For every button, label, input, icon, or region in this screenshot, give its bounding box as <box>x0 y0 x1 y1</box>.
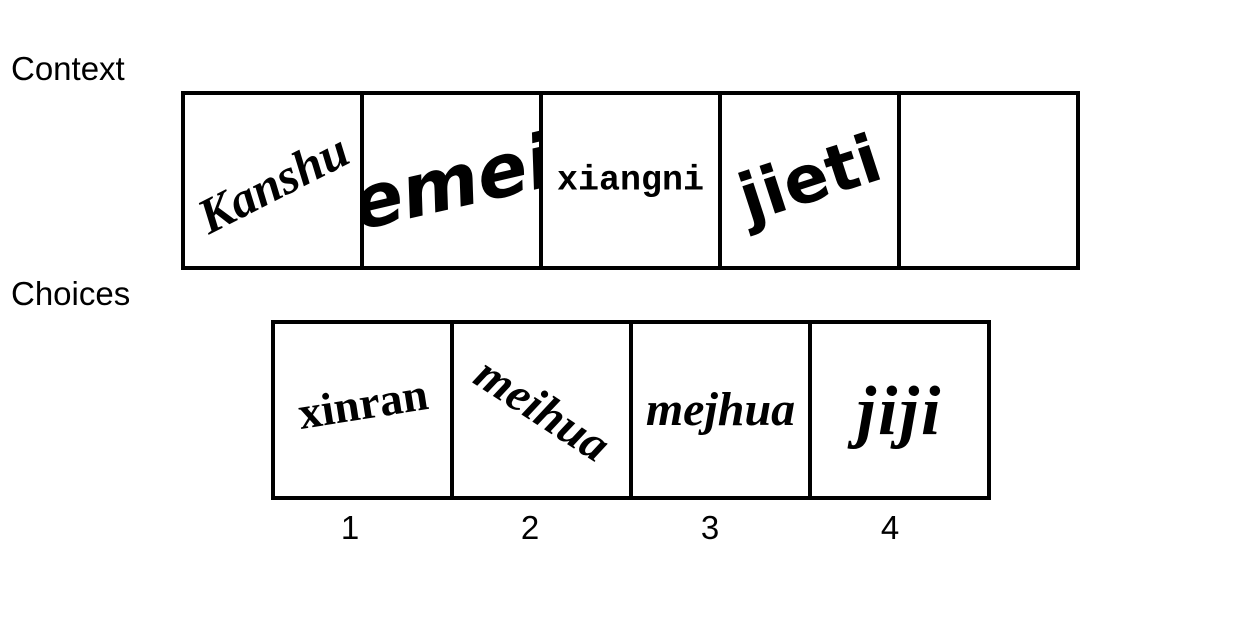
choice-word-1: xinran <box>294 368 431 439</box>
choice-number-3: 3 <box>700 509 720 546</box>
context-word-3: xiangni <box>556 160 705 200</box>
choices-label: Choices <box>11 275 131 312</box>
choice-cell-1[interactable]: xinran <box>275 324 454 496</box>
choice-number-2: 2 <box>520 509 540 546</box>
choice-cell-2[interactable]: meihua <box>454 324 633 496</box>
context-panel-row: Kanshu emei xiangni jieti <box>181 91 1080 270</box>
context-cell-2: emei <box>364 95 543 266</box>
choice-word-2: meihua <box>464 346 619 473</box>
choice-number-4: 4 <box>880 509 900 546</box>
context-word-1: Kanshu <box>187 120 358 245</box>
context-cell-empty <box>901 95 1076 266</box>
choice-cell-4[interactable]: jiji <box>812 324 987 496</box>
choice-number-1: 1 <box>340 509 360 546</box>
context-cell-1: Kanshu <box>185 95 364 266</box>
context-label: Context <box>11 50 125 87</box>
choices-panel-row: xinran meihua mejhua jiji <box>271 320 991 500</box>
context-word-2: emei <box>364 117 543 248</box>
choice-cell-3[interactable]: mejhua <box>633 324 812 496</box>
context-cell-3: xiangni <box>543 95 722 266</box>
choice-word-3: mejhua <box>645 383 796 436</box>
context-word-4: jieti <box>728 119 890 237</box>
choice-word-4: jiji <box>856 373 943 450</box>
context-cell-4: jieti <box>722 95 901 266</box>
